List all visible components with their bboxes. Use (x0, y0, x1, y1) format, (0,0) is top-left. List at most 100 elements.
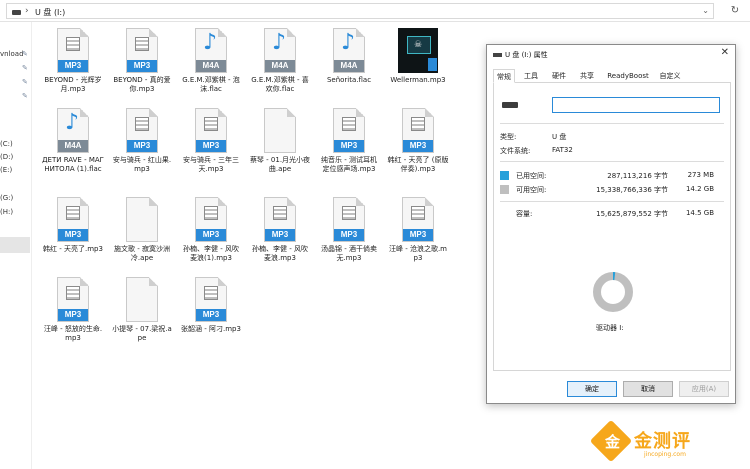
nav-selected-highlight (0, 237, 30, 253)
file-type-badge: MP3 (127, 140, 157, 152)
drive-icon (12, 10, 21, 15)
file-item[interactable]: 蔡琴 - 01.月光小夜曲.ape (249, 108, 311, 196)
album-art-thumbnail: ☠ (398, 28, 438, 73)
page-fold-icon (425, 108, 434, 117)
nav-item-drive-g[interactable]: (G:) (0, 194, 13, 202)
nav-item-drive-h[interactable]: (H:) (0, 208, 13, 216)
tab-general[interactable]: 常规 (493, 69, 515, 83)
file-name: Señorita.flac (326, 76, 372, 84)
file-item[interactable]: 小提琴 - 07.梁祝.ape (111, 277, 173, 365)
blank-file-icon (126, 197, 158, 242)
address-bar[interactable]: › U 盘 (I:) ⌄ (6, 3, 714, 19)
file-item[interactable]: ☠ Wellerman.mp3 (387, 28, 449, 116)
file-type-badge: MP3 (127, 60, 157, 72)
page-fold-icon (356, 28, 365, 37)
file-item[interactable]: ♪ M4A G.E.M.邓紫棋 - 喜欢你.flac (249, 28, 311, 116)
tab-hardware[interactable]: 硬件 (547, 69, 571, 83)
tab-sharing[interactable]: 共享 (575, 69, 599, 83)
file-name: 安与骑兵 - 红山果.mp3 (112, 156, 172, 173)
file-item[interactable]: MP3 BEYOND - 光辉岁月.mp3 (42, 28, 104, 116)
page-fold-icon (80, 28, 89, 37)
video-frame-icon (66, 206, 80, 220)
nav-item-drive-e[interactable]: (E:) (0, 166, 12, 174)
file-item[interactable]: ♪ M4A G.E.M.邓紫棋 - 泡沫.flac (180, 28, 242, 116)
file-name: G.E.M.邓紫棋 - 泡沫.flac (182, 76, 240, 93)
file-name: 韩红 - 天亮了 (原版伴奏).mp3 (387, 156, 449, 173)
file-item[interactable]: MP3 孙楠、李健 - 风吹麦浪(1).mp3 (180, 197, 242, 285)
file-item[interactable]: MP3 安与骑兵 - 三年三天.mp3 (180, 108, 242, 196)
nav-item-drive-d[interactable]: (D:) (0, 153, 13, 161)
file-item[interactable]: MP3 汤晶锦 - 酒干倘卖无.mp3 (318, 197, 380, 285)
page-fold-icon (80, 277, 89, 286)
file-type-badge: MP3 (58, 229, 88, 241)
mp3-file-icon: MP3 (57, 197, 89, 242)
file-name: 韩红 - 天亮了.mp3 (43, 245, 103, 253)
file-name: 汤晶锦 - 酒干倘卖无.mp3 (321, 245, 377, 262)
divider (500, 161, 724, 162)
pin-icon: ✎ (22, 78, 28, 86)
video-frame-icon (66, 286, 80, 300)
file-item[interactable]: MP3 安与骑兵 - 红山果.mp3 (111, 108, 173, 196)
used-space-size: 273 MB (687, 171, 714, 179)
drive-name-input[interactable] (552, 97, 720, 113)
video-frame-icon (204, 286, 218, 300)
m4a-file-icon: ♪ M4A (195, 28, 227, 73)
pin-icon: ✎ (22, 92, 28, 100)
file-badge-icon (428, 58, 437, 71)
type-value: U 盘 (552, 133, 567, 141)
file-type-badge: MP3 (196, 140, 226, 152)
address-bar-container: › U 盘 (I:) ⌄ ↻ (0, 0, 750, 22)
tab-tools[interactable]: 工具 (519, 69, 543, 83)
file-item[interactable]: MP3 孙楠、李健 - 风吹麦浪.mp3 (249, 197, 311, 285)
properties-dialog: U 盘 (I:) 属性 ✕ 常规 工具 硬件 共享 ReadyBoost 自定义… (486, 44, 736, 404)
mp3-file-icon: MP3 (264, 197, 296, 242)
file-type-badge: MP3 (58, 60, 88, 72)
file-item[interactable]: MP3 BEYOND - 真的爱你.mp3 (111, 28, 173, 116)
address-path[interactable]: U 盘 (I:) (35, 7, 65, 18)
page-fold-icon (218, 277, 227, 286)
file-type-badge: MP3 (196, 229, 226, 241)
chevron-down-icon[interactable]: ⌄ (702, 6, 709, 15)
dialog-title: U 盘 (I:) 属性 (505, 51, 548, 59)
drive-icon (493, 53, 502, 57)
file-item[interactable]: MP3 纯音乐 - 测试耳机定位感声场.mp3 (318, 108, 380, 196)
file-name: 纯音乐 - 测试耳机定位感声场.mp3 (321, 156, 377, 173)
video-frame-icon (204, 206, 218, 220)
file-item[interactable]: ♪ M4A ДЕТИ RAVE - МАГНИТОЛА (1).flac (42, 108, 104, 196)
file-name: 汪峰 - 怒放的生命.mp3 (43, 325, 103, 342)
page-fold-icon (218, 108, 227, 117)
mp3-file-icon: MP3 (402, 108, 434, 153)
tab-customize[interactable]: 自定义 (655, 69, 685, 83)
file-item[interactable]: MP3 汪峰 - 沧浪之歌.mp3 (387, 197, 449, 285)
cancel-button[interactable]: 取消 (623, 381, 673, 397)
refresh-icon[interactable]: ↻ (726, 3, 744, 19)
ok-button[interactable]: 确定 (567, 381, 617, 397)
mp3-file-icon: MP3 (57, 28, 89, 73)
file-name: 孙楠、李健 - 风吹麦浪.mp3 (252, 245, 308, 262)
file-item[interactable]: MP3 韩红 - 天亮了 (原版伴奏).mp3 (387, 108, 449, 196)
page-fold-icon (287, 197, 296, 206)
file-type-badge: M4A (265, 60, 295, 72)
used-space-label: 已用空间: (516, 172, 547, 180)
nav-item-drive-c[interactable]: (C:) (0, 140, 13, 148)
page-fold-icon (356, 108, 365, 117)
file-item[interactable]: 施文歌 - 寂寞沙洲冷.ape (111, 197, 173, 285)
file-item[interactable]: MP3 张韶涵 - 阿刁.mp3 (180, 277, 242, 365)
video-frame-icon (342, 206, 356, 220)
tab-readyboost[interactable]: ReadyBoost (603, 69, 653, 83)
file-item[interactable]: ♪ M4A Señorita.flac (318, 28, 380, 116)
m4a-file-icon: ♪ M4A (264, 28, 296, 73)
video-frame-icon (66, 37, 80, 51)
chevron-right-icon[interactable]: › (25, 6, 29, 16)
skull-icon: ☠ (414, 40, 423, 50)
file-item[interactable]: MP3 韩红 - 天亮了.mp3 (42, 197, 104, 285)
free-space-label: 可用空间: (516, 186, 547, 194)
close-icon[interactable]: ✕ (721, 47, 729, 58)
nav-item-downloads[interactable]: vnload (0, 50, 24, 58)
used-space-bytes: 287,113,216 字节 (607, 172, 668, 180)
mp3-file-icon: MP3 (57, 277, 89, 322)
watermark-badge-text: 金 (605, 433, 621, 451)
music-note-icon: ♪ (341, 30, 356, 55)
apply-button[interactable]: 应用(A) (679, 381, 729, 397)
file-item[interactable]: MP3 汪峰 - 怒放的生命.mp3 (42, 277, 104, 365)
